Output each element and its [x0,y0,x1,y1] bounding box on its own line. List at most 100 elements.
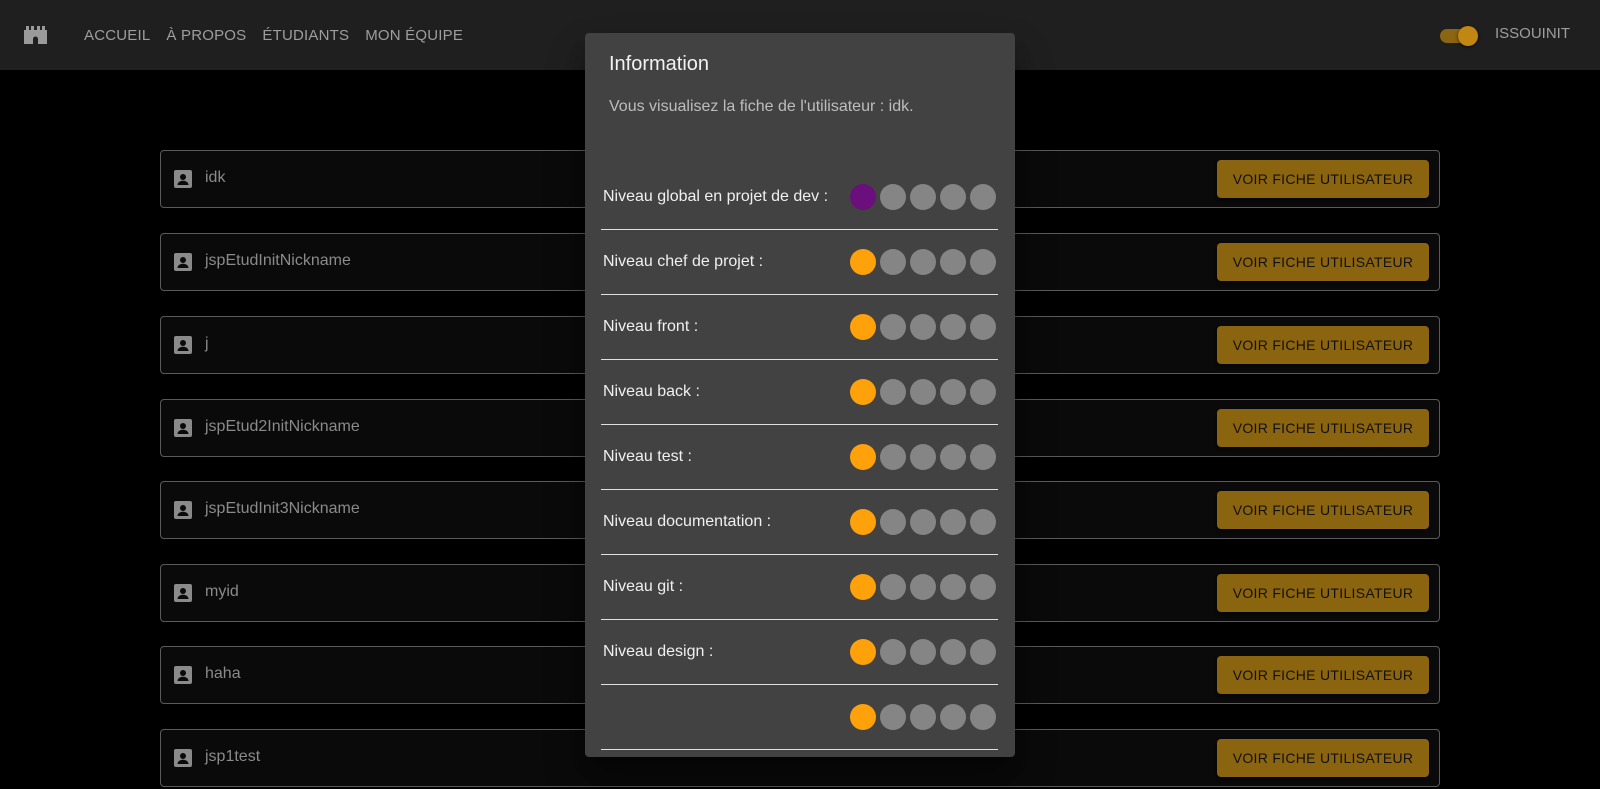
rating-dot[interactable] [880,574,906,600]
dialog-message: Vous visualisez la fiche de l'utilisateu… [609,98,914,115]
contact-icon [174,501,192,519]
skill-row: Niveau design : [601,621,998,685]
rating-dot[interactable] [850,184,876,210]
rating-dot[interactable] [880,184,906,210]
skill-rating[interactable] [846,574,996,600]
rating-dot[interactable] [940,314,966,340]
rating-dot[interactable] [910,249,936,275]
rating-dot[interactable] [970,444,996,470]
rating-dot[interactable] [910,379,936,405]
user-nickname: jspEtud2InitNickname [205,418,360,435]
rating-dot[interactable] [970,249,996,275]
view-user-sheet-button[interactable]: Voir fiche utilisateur [1217,491,1429,529]
rating-dot[interactable] [880,704,906,730]
skill-label: Niveau git : [603,578,684,595]
rating-dot[interactable] [970,314,996,340]
username-label[interactable]: issouinit [1495,0,1570,70]
skill-row: Niveau chef de projet : [601,231,998,295]
rating-dot[interactable] [850,639,876,665]
view-user-sheet-button[interactable]: Voir fiche utilisateur [1217,409,1429,447]
skill-rating[interactable] [846,444,996,470]
user-nickname: jspEtudInitNickname [205,252,351,269]
user-nickname: idk [205,169,226,186]
rating-dot[interactable] [970,184,996,210]
rating-dot[interactable] [850,509,876,535]
skill-row: Niveau git : [601,556,998,620]
skill-rating[interactable] [846,509,996,535]
contact-icon [174,253,192,271]
skill-label: Niveau design : [603,643,714,660]
rating-dot[interactable] [940,639,966,665]
rating-dot[interactable] [910,314,936,340]
skill-label: Niveau front : [603,318,699,335]
rating-dot[interactable] [910,184,936,210]
skill-rating[interactable] [846,639,996,665]
rating-dot[interactable] [880,639,906,665]
rating-dot[interactable] [970,379,996,405]
view-user-sheet-button[interactable]: Voir fiche utilisateur [1217,656,1429,694]
contact-icon [174,749,192,767]
rating-dot[interactable] [850,314,876,340]
rating-dot[interactable] [910,574,936,600]
view-user-sheet-button[interactable]: Voir fiche utilisateur [1217,574,1429,612]
rating-dot[interactable] [850,574,876,600]
skill-rating[interactable] [846,704,996,730]
rating-dot[interactable] [940,444,966,470]
skill-row: Niveau test : [601,426,998,490]
skill-label: Niveau documentation : [603,513,772,530]
skill-rating[interactable] [846,184,996,210]
rating-dot[interactable] [970,509,996,535]
skill-label: Niveau chef de projet : [603,253,764,270]
rating-dot[interactable] [940,249,966,275]
skill-rating[interactable] [846,379,996,405]
rating-dot[interactable] [850,704,876,730]
contact-icon [174,336,192,354]
rating-dot[interactable] [940,574,966,600]
rating-dot[interactable] [940,184,966,210]
rating-dot[interactable] [880,379,906,405]
dialog-title: Information [609,53,710,75]
castle-icon[interactable] [24,24,47,44]
user-nickname: haha [205,665,241,682]
rating-dot[interactable] [940,509,966,535]
rating-dot[interactable] [880,249,906,275]
contact-icon [174,170,192,188]
rating-dot[interactable] [910,704,936,730]
rating-dot[interactable] [970,574,996,600]
user-nickname: jspEtudInit3Nickname [205,500,360,517]
view-user-sheet-button[interactable]: Voir fiche utilisateur [1217,243,1429,281]
rating-dot[interactable] [910,639,936,665]
nav-accueil[interactable]: Accueil [76,27,158,44]
rating-dot[interactable] [940,704,966,730]
view-user-sheet-button[interactable]: Voir fiche utilisateur [1217,326,1429,364]
rating-dot[interactable] [940,379,966,405]
nav-etudiants[interactable]: Étudiants [254,27,357,44]
skill-row: Niveau documentation : [601,491,998,555]
rating-dot[interactable] [910,444,936,470]
main-nav: Accueil À propos Étudiants Mon équipe [76,0,471,70]
view-user-sheet-button[interactable]: Voir fiche utilisateur [1217,160,1429,198]
rating-dot[interactable] [880,314,906,340]
rating-dot[interactable] [850,379,876,405]
skill-row: Niveau global en projet de dev : [601,166,998,230]
contact-icon [174,666,192,684]
rating-dot[interactable] [850,249,876,275]
rating-dot[interactable] [880,444,906,470]
rating-dot[interactable] [910,509,936,535]
nav-mon-equipe[interactable]: Mon équipe [357,27,471,44]
rating-dot[interactable] [970,639,996,665]
skill-label: Niveau back : [603,383,700,400]
skill-rating[interactable] [846,314,996,340]
view-user-sheet-button[interactable]: Voir fiche utilisateur [1217,739,1429,777]
theme-toggle[interactable] [1440,26,1478,46]
nav-a-propos[interactable]: À propos [158,27,254,44]
skill-rating[interactable] [846,249,996,275]
skill-row: Niveau front : [601,296,998,360]
rating-dot[interactable] [880,509,906,535]
skill-label: Niveau test : [603,448,692,465]
rating-dot[interactable] [850,444,876,470]
rating-dot[interactable] [970,704,996,730]
user-nickname: j [205,335,209,352]
skill-row [601,686,998,750]
skill-row: Niveau back : [601,361,998,425]
